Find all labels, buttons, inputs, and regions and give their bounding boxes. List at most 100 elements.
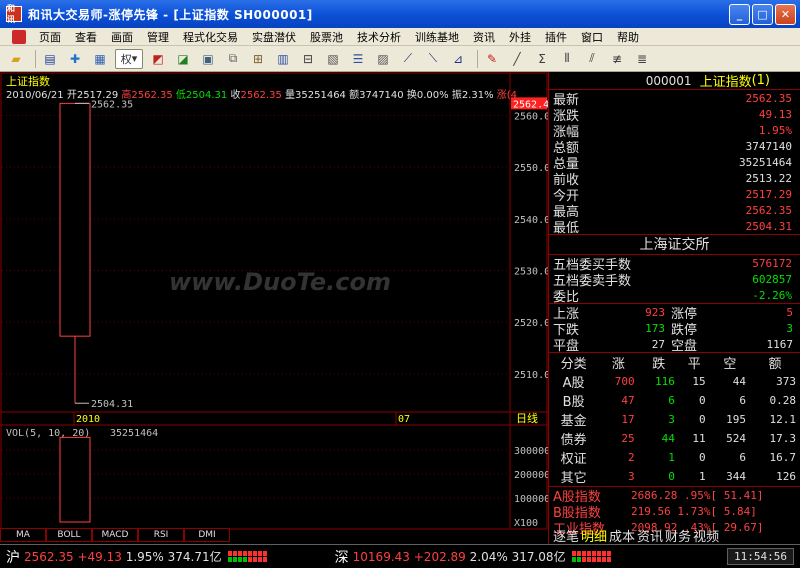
channel-icon[interactable]: ≢ xyxy=(607,49,627,69)
app-icon: 和讯 xyxy=(6,4,22,24)
amplitude-value: 2.31% xyxy=(461,90,494,101)
menu-window[interactable]: 窗口 xyxy=(574,29,610,45)
crosshair-icon[interactable]: ✚ xyxy=(65,49,85,69)
table-cell: 3 xyxy=(668,413,675,426)
table-cell: 44 xyxy=(661,432,675,445)
menu-page[interactable]: 页面 xyxy=(32,29,68,45)
quote-row: 今开 2517.29 xyxy=(549,186,800,204)
tab-video[interactable]: 视频 xyxy=(693,526,719,545)
minimize-button[interactable]: _ xyxy=(729,4,750,25)
quote-row: 总额 3747140 xyxy=(549,138,800,156)
menu-live-ambush[interactable]: 实盘潜伏 xyxy=(245,29,303,45)
table-cell: 524 xyxy=(726,432,747,445)
quote-row-value: 2504.31 xyxy=(745,219,792,233)
tab-dmi[interactable]: DMI xyxy=(184,528,230,542)
menu-program-trading[interactable]: 程式化交易 xyxy=(176,29,245,45)
fibonacci-icon[interactable]: ≣ xyxy=(632,49,652,69)
table-cell: 12.1 xyxy=(769,413,797,426)
maximize-button[interactable]: □ xyxy=(752,4,773,25)
index-value: 219.56 1.73%[ 5.84] xyxy=(631,504,757,518)
fan-icon[interactable]: ⫽ xyxy=(582,49,602,69)
tab-cost[interactable]: 成本 xyxy=(609,526,635,545)
menu-tech-analysis[interactable]: 技术分析 xyxy=(350,29,408,45)
rights-select[interactable]: 权 ▾ xyxy=(115,48,143,69)
table-cell: 16.7 xyxy=(769,451,797,464)
f10-icon[interactable]: ▨ xyxy=(373,49,393,69)
menu-training[interactable]: 训练基地 xyxy=(408,29,466,45)
tab-macd[interactable]: MACD xyxy=(92,528,138,542)
turnover-label: 换 xyxy=(406,90,417,101)
sum-icon[interactable]: Σ xyxy=(532,49,552,69)
menu-news[interactable]: 资讯 xyxy=(466,29,502,45)
compare-icon[interactable]: ⊟ xyxy=(298,49,318,69)
sh-index-status[interactable]: 沪 2562.35 +49.13 1.95% 374.71亿 xyxy=(0,547,267,567)
layout-icon[interactable]: ▣ xyxy=(198,49,218,69)
watermark: www.DuoTe.com xyxy=(169,268,391,296)
table-header: 平 xyxy=(687,357,701,372)
menu-help[interactable]: 帮助 xyxy=(610,29,646,45)
vbars-icon[interactable]: ⦀ xyxy=(557,49,577,69)
open-folder-icon[interactable]: ▰ xyxy=(6,49,26,69)
tab-tick[interactable]: 逐笔 xyxy=(553,526,579,545)
table-cell: 其它 xyxy=(560,471,587,486)
menu-plugins[interactable]: 插件 xyxy=(538,29,574,45)
menu-manage[interactable]: 管理 xyxy=(140,29,176,45)
tab-ma[interactable]: MA xyxy=(0,528,46,542)
market-breadth: 上涨 923 涨停 5 下跌 173 跌停 3 平盘 27 空盘 1167 xyxy=(549,304,800,354)
tab-rsi[interactable]: RSI xyxy=(138,528,184,542)
menu-bar: 页面 查看 画面 管理 程式化交易 实盘潜伏 股票池 技术分析 训练基地 资讯 … xyxy=(0,28,800,46)
order-book-row: 委比 -2.26% xyxy=(549,287,800,305)
indicator-icon[interactable]: ⊞ xyxy=(248,49,268,69)
menu-plugins-ext[interactable]: 外挂 xyxy=(502,29,538,45)
line-chart-icon[interactable]: ⟋ xyxy=(398,49,418,69)
order-book-value: 602857 xyxy=(752,272,792,286)
sz-pct: 2.04% xyxy=(469,549,508,564)
quote-row-value: 2562.35 xyxy=(745,91,792,105)
list-icon[interactable]: ☰ xyxy=(348,49,368,69)
chart-info-line: 2010/06/21 开2517.29 高2562.35 低2504.31 收2… xyxy=(6,86,517,101)
sz-index-status[interactable]: 深 10169.43 +202.89 2.04% 317.08亿 xyxy=(329,547,611,567)
zoom-in-icon[interactable]: ◩ xyxy=(148,49,168,69)
status-bar: 沪 2562.35 +49.13 1.95% 374.71亿 深 10169.4… xyxy=(0,544,800,568)
chart-settings-icon[interactable]: ▧ xyxy=(323,49,343,69)
quote-row: 涨幅 1.95% xyxy=(549,122,800,140)
toolbar: ▰ ▤ ✚ ▦ 权 ▾ ◩ ◪ ▣ ⧉ ⊞ ▥ ⊟ ▧ ☰ ▨ ⟋ ⟍ ⊿ ✎ ╱… xyxy=(0,46,800,72)
table-cell: 44 xyxy=(732,375,747,388)
table-header: 额 xyxy=(768,357,782,372)
high-label: 高 xyxy=(121,90,132,101)
signal-icon[interactable]: ⊿ xyxy=(448,49,468,69)
table-cell: 373 xyxy=(776,375,796,388)
date-label: 2010 xyxy=(76,414,100,425)
table-cell: 17.3 xyxy=(769,432,797,445)
menu-view[interactable]: 查看 xyxy=(68,29,104,45)
quote-panel: 000001 上证指数 (1) 最新 2562.35 涨跌 49.13 涨幅 1.95… xyxy=(548,72,800,545)
tab-news[interactable]: 资讯 xyxy=(637,526,663,545)
table-icon[interactable]: ▦ xyxy=(90,49,110,69)
table-cell: 基金 xyxy=(560,414,587,429)
table-cell: 6 xyxy=(739,394,747,407)
trend-icon[interactable]: ⟍ xyxy=(423,49,443,69)
kline-chart[interactable]: 2560.0 2550.0 2540.0 2530.0 2520.0 2510.0 2562… xyxy=(0,72,548,544)
volume-tick-label: 300000 xyxy=(514,446,548,457)
grid-icon[interactable]: ▥ xyxy=(273,49,293,69)
tab-finance[interactable]: 财务 xyxy=(665,526,691,545)
indicator-tabs: MA BOLL MACD RSI DMI xyxy=(0,528,300,542)
sz-amount: 317.08亿 xyxy=(511,550,566,564)
close-button[interactable]: ✕ xyxy=(775,4,796,25)
menu-screen[interactable]: 画面 xyxy=(104,29,140,45)
draw-tool-icon[interactable]: ✎ xyxy=(482,49,502,69)
tab-boll[interactable]: BOLL xyxy=(46,528,92,542)
copy-icon[interactable]: ⧉ xyxy=(223,49,243,69)
table-row: 债券 25 44 11 524 17.3 xyxy=(549,429,800,448)
table-cell: 344 xyxy=(726,470,747,483)
price-tick-label: 2550.0 xyxy=(514,163,548,174)
line-tool-icon[interactable]: ╱ xyxy=(507,49,527,69)
zoom-out-icon[interactable]: ◪ xyxy=(173,49,193,69)
tab-detail[interactable]: 明细 xyxy=(581,526,607,545)
low-marker-label: 2504.31 xyxy=(91,399,133,410)
volume-tick-label: 200000 xyxy=(514,470,548,481)
table-cell: 债券 xyxy=(560,433,587,448)
kline-icon[interactable]: ▤ xyxy=(40,49,60,69)
menu-stock-pool[interactable]: 股票池 xyxy=(303,29,350,45)
app-menu-icon[interactable] xyxy=(12,29,26,44)
